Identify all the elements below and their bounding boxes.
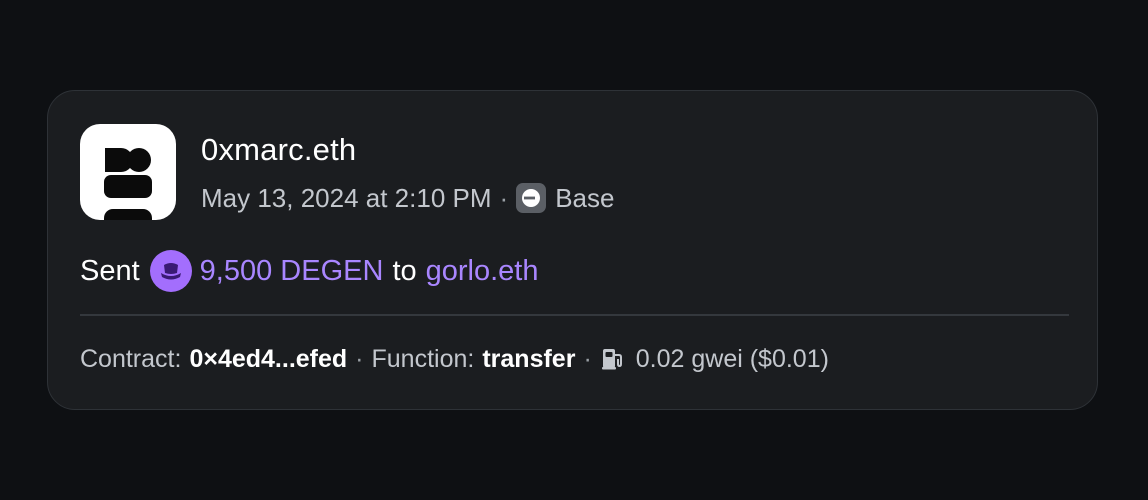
activity-card: 0xmarc.eth May 13, 2024 at 2:10 PM · Bas… [47,90,1098,410]
contract-address[interactable]: 0×4ed4...efed [189,345,347,374]
username[interactable]: 0xmarc.eth [201,132,356,168]
chain-name: Base [555,182,615,213]
recipient-link[interactable]: gorlo.eth [426,255,539,288]
timestamp: May 13, 2024 at 2:10 PM [201,182,492,213]
gas-pump-icon [600,346,626,372]
function-name: transfer [482,344,576,373]
footer-separator: · [583,344,592,373]
meta-separator: · [499,182,509,213]
transaction-details: Contract: 0×4ed4...efed · Function: tran… [80,341,829,377]
gas-fee: 0.02 gwei ($0.01) [635,344,829,373]
base-chain-icon [516,183,547,213]
to-label: to [392,254,417,287]
contract-label: Contract: [80,344,182,373]
action-label: Sent [80,254,140,287]
token-amount[interactable]: 9,500 DEGEN [200,255,384,288]
transfer-summary: Sent 9,500 DEGEN to gorlo.eth [80,250,539,292]
degen-token-icon [149,250,192,292]
avatar-logo-icon [104,148,152,220]
divider [80,314,1069,316]
avatar[interactable] [80,124,176,220]
activity-meta: May 13, 2024 at 2:10 PM · Base [201,180,614,216]
function-label: Function: [371,344,475,373]
footer-separator: · [355,344,364,373]
